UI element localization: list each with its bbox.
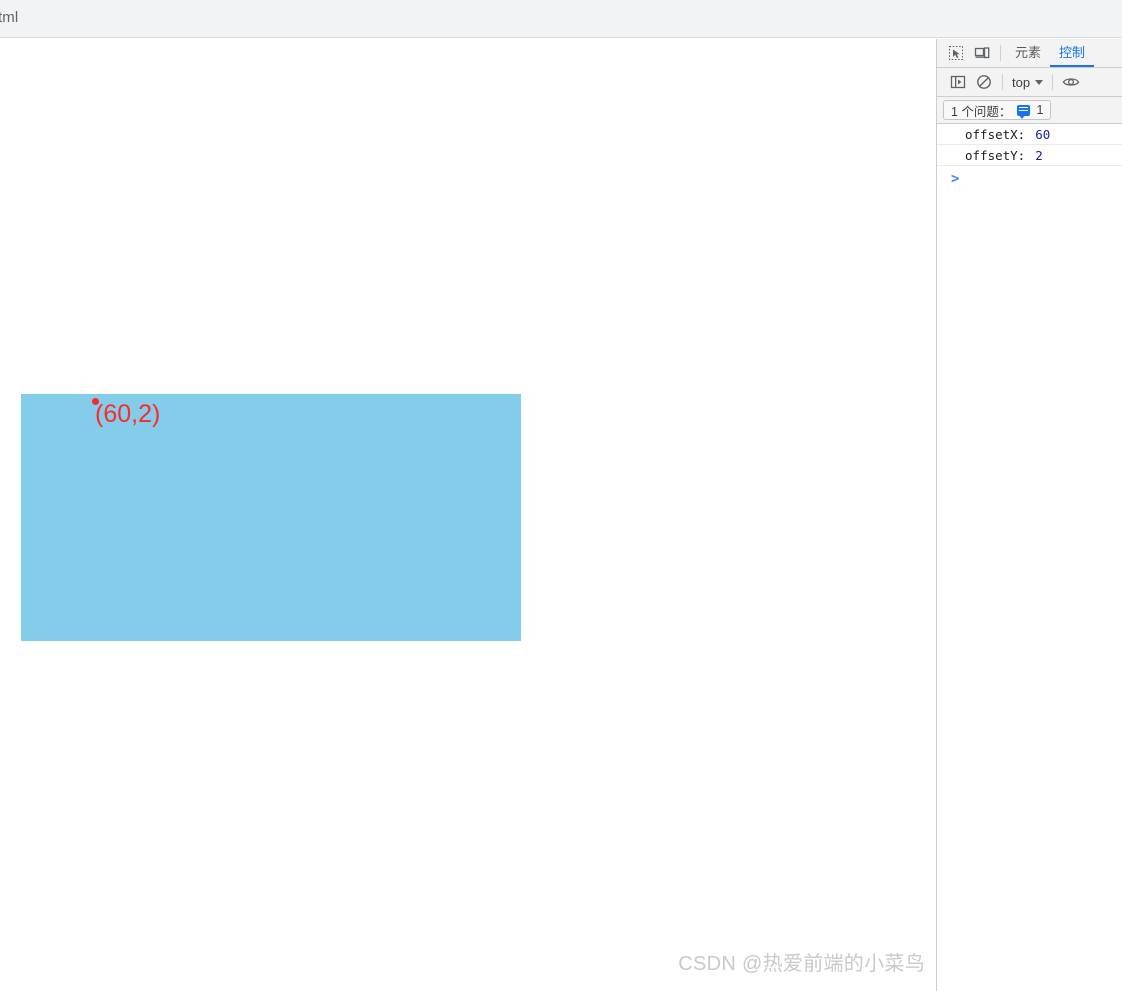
issues-count: 1 (1036, 103, 1044, 117)
console-log-key: offsetX: (965, 126, 1026, 142)
issues-chip[interactable]: 1 个问题： 1 (943, 100, 1052, 120)
tab-console[interactable]: 控制 (1050, 39, 1095, 67)
page-viewport: (60,2) CSDN @热爱前端的小菜鸟 (0, 39, 936, 991)
console-log-value: 60 (1035, 126, 1051, 142)
devtools-main-toolbar: 元素 控制 (937, 39, 1122, 68)
console-output: offsetX: 60 offsetY: 2 > (937, 124, 1122, 192)
device-toolbar-icon[interactable] (969, 41, 995, 65)
toolbar-divider (1000, 45, 1001, 61)
csdn-watermark: CSDN @热爱前端的小菜鸟 (678, 953, 925, 975)
prompt-caret-icon: > (951, 171, 960, 187)
coordinate-label: (60,2) (95, 400, 161, 428)
issue-message-icon (1017, 104, 1031, 119)
console-log-row[interactable]: offsetY: 2 (937, 145, 1122, 166)
live-expression-icon[interactable] (1058, 70, 1084, 94)
execution-context-select[interactable]: top (1008, 75, 1047, 90)
console-sidebar-icon[interactable] (945, 70, 971, 94)
demo-box[interactable] (21, 394, 521, 641)
console-log-key: offsetY: (965, 147, 1026, 163)
console-toolbar: top (937, 68, 1122, 97)
inspect-element-icon[interactable] (943, 41, 969, 65)
console-log-row[interactable]: offsetX: 60 (937, 124, 1122, 145)
browser-tab-title[interactable]: tml (0, 9, 18, 26)
console-input-prompt[interactable]: > (937, 166, 1122, 192)
console-toolbar-divider-2 (1052, 74, 1054, 90)
execution-context-label: top (1012, 74, 1031, 90)
console-log-value: 2 (1035, 147, 1043, 163)
issues-bar: 1 个问题： 1 (937, 97, 1122, 124)
chevron-down-icon (1035, 79, 1044, 85)
tab-elements[interactable]: 元素 (1006, 39, 1050, 67)
browser-tab-strip: tml (0, 0, 1122, 38)
issues-label: 1 个问题： (951, 104, 1012, 119)
console-toolbar-divider (1002, 74, 1003, 90)
screenshot-root: tml (60,2) CSDN @热爱前端的小菜鸟 元素 控制 top 1 个问… (0, 0, 1122, 991)
devtools-panel: 元素 控制 top 1 个问题： 1 offsetX: 60 offsetY: … (936, 39, 1122, 991)
clear-console-icon[interactable] (971, 70, 997, 94)
